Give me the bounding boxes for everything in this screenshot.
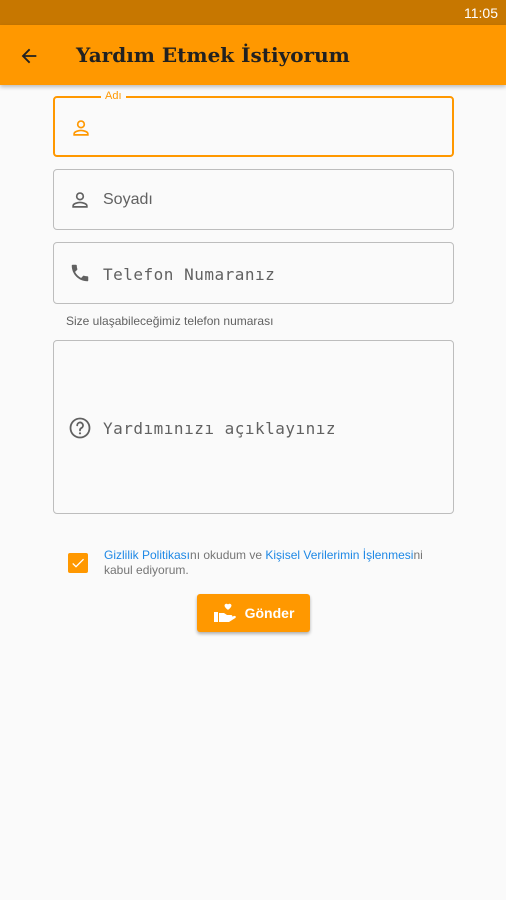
last-name-input[interactable] bbox=[103, 188, 443, 212]
last-name-field[interactable] bbox=[53, 169, 454, 230]
submit-button[interactable]: Gönder bbox=[197, 594, 310, 632]
status-bar: 11:05 bbox=[0, 0, 506, 25]
consent-checkbox[interactable] bbox=[68, 553, 88, 573]
consent-text-mid: nı okudum ve bbox=[190, 548, 266, 562]
first-name-field[interactable]: Adı bbox=[53, 90, 454, 157]
phone-icon bbox=[67, 260, 93, 286]
first-name-input[interactable] bbox=[104, 116, 442, 140]
person-icon bbox=[68, 115, 94, 141]
page-title: Yardım Etmek İstiyorum bbox=[76, 43, 350, 67]
app-bar: Yardım Etmek İstiyorum bbox=[0, 25, 506, 85]
consent-text: Gizlilik Politikasını okudum ve Kişisel … bbox=[104, 548, 454, 578]
phone-input[interactable] bbox=[103, 262, 443, 286]
phone-field[interactable] bbox=[53, 242, 454, 304]
phone-helper-text: Size ulaşabileceğimiz telefon numarası bbox=[66, 314, 274, 328]
helping-hand-icon bbox=[213, 603, 236, 622]
status-time: 11:05 bbox=[464, 5, 498, 21]
description-field[interactable] bbox=[53, 340, 454, 514]
check-icon bbox=[72, 558, 84, 568]
help-circle-icon bbox=[67, 415, 93, 441]
back-button[interactable] bbox=[14, 41, 44, 71]
person-icon bbox=[67, 187, 93, 213]
description-input[interactable] bbox=[103, 416, 443, 440]
submit-label: Gönder bbox=[244, 605, 295, 621]
personal-data-link[interactable]: Kişisel Verilerimin İşlenmesi bbox=[265, 548, 413, 562]
arrow-left-icon[interactable] bbox=[18, 45, 40, 67]
privacy-policy-link[interactable]: Gizlilik Politikası bbox=[104, 548, 190, 562]
first-name-label: Adı bbox=[101, 90, 126, 102]
